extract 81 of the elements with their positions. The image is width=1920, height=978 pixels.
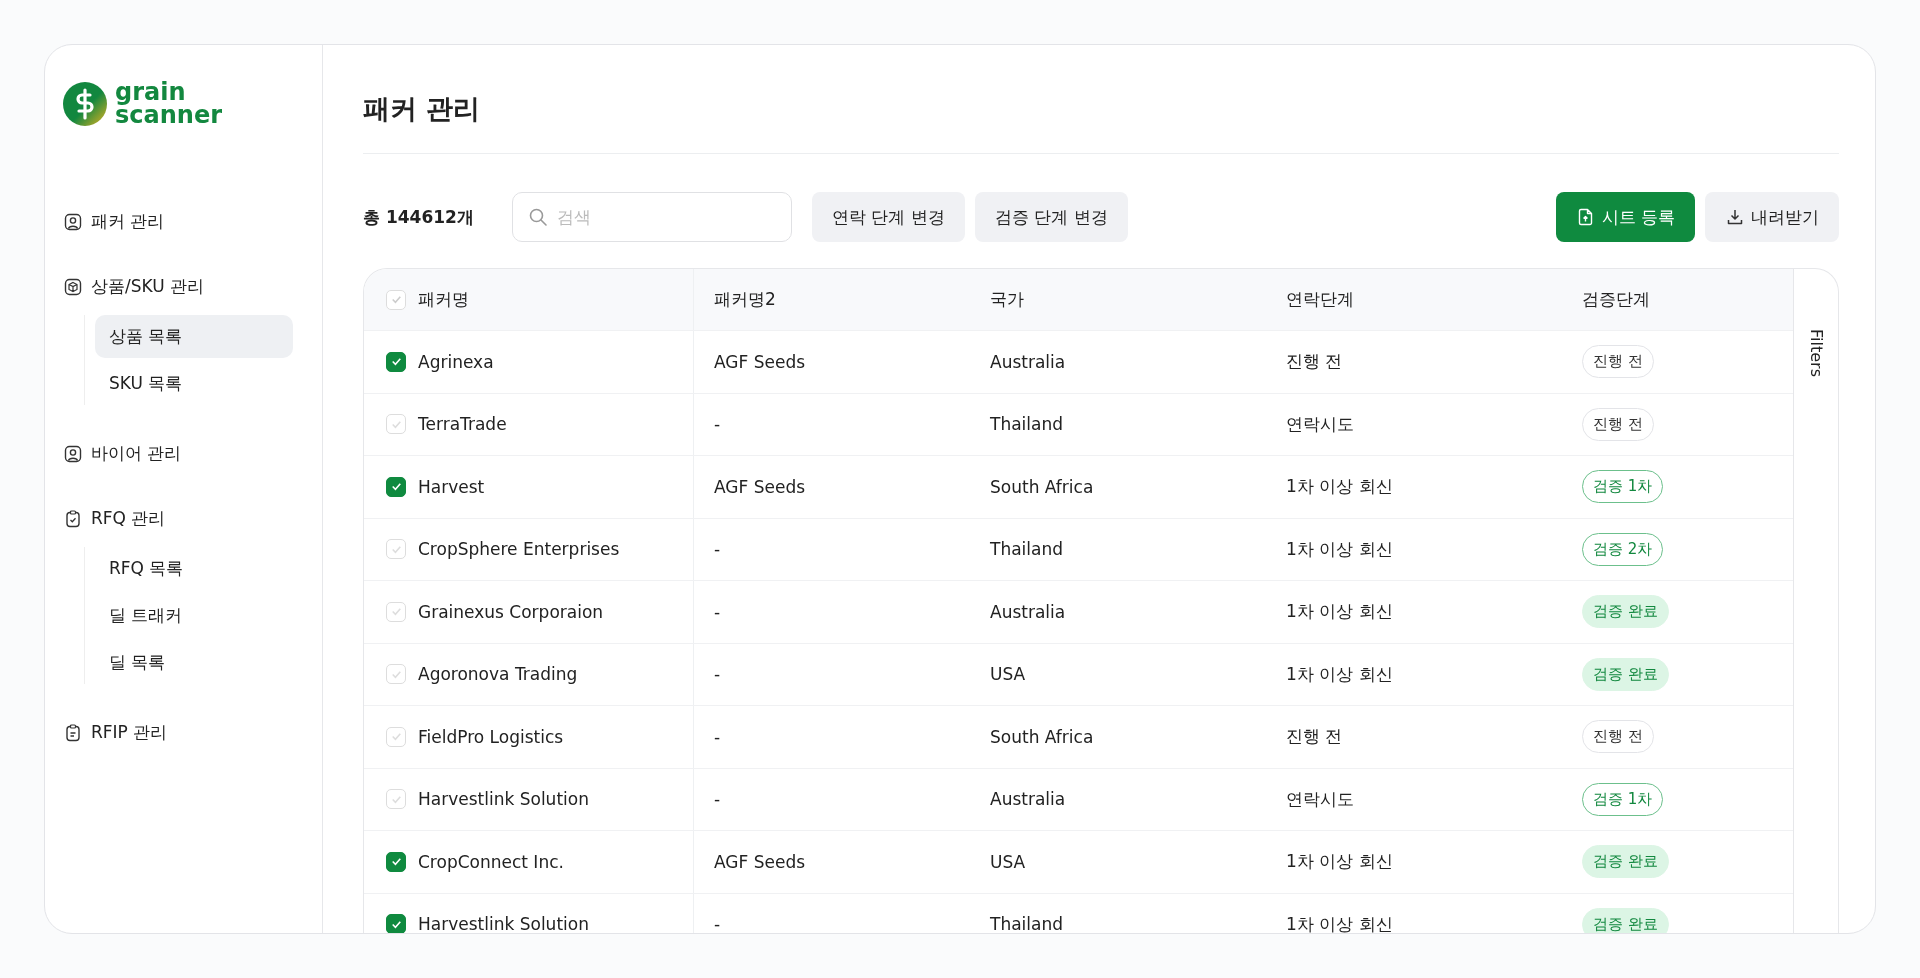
table-cell: 1차 이상 회신	[1286, 912, 1393, 933]
column-header: 패커명2	[714, 288, 776, 311]
table-cell: USA	[990, 851, 1026, 872]
table-cell: AGF Seeds	[714, 476, 806, 497]
table-cell: Harvestlink Solution	[418, 914, 589, 933]
table-cell: Agrinexa	[418, 351, 494, 372]
table-cell: 1차 이상 회신	[1286, 475, 1393, 499]
table-cell: USA	[990, 664, 1026, 685]
download-icon	[1725, 207, 1745, 227]
table-cell: Agoronova Trading	[418, 664, 578, 685]
checkbox[interactable]	[386, 851, 406, 872]
table-cell: -	[714, 664, 721, 685]
table-cell: Australia	[990, 601, 1066, 622]
table-cell: AGF Seeds	[714, 851, 806, 872]
table-cell: 연락시도	[1286, 787, 1354, 811]
table-cell: 1차 이상 회신	[1286, 662, 1393, 686]
column-header: 연락단계	[1286, 288, 1354, 311]
person-icon	[63, 211, 83, 232]
table-cell: -	[714, 601, 721, 622]
nav-item[interactable]: RFIP 관리	[63, 716, 304, 749]
table-cell: 1차 이상 회신	[1286, 850, 1393, 874]
sub-nav-item[interactable]: RFQ 목록	[95, 547, 293, 590]
search-icon	[527, 207, 548, 227]
table-cell: -	[714, 726, 721, 747]
column-header: 검증단계	[1582, 288, 1650, 311]
nav-item[interactable]: 패커 관리	[63, 205, 304, 238]
brand-name: scanner	[115, 104, 222, 127]
stage-change-button[interactable]: 검증 단계 변경	[974, 192, 1128, 242]
logo-icon	[63, 82, 107, 126]
table-cell: 진행 전	[1286, 725, 1343, 749]
stage-change-button[interactable]: 연락 단계 변경	[811, 192, 965, 242]
table-cell: -	[714, 914, 721, 933]
sub-nav-item[interactable]: 상품 목록	[95, 315, 293, 358]
checkbox[interactable]	[386, 351, 406, 372]
status-badge: 검증 완료	[1582, 845, 1669, 879]
status-badge: 검증 완료	[1582, 657, 1669, 691]
sub-nav-item[interactable]: 딜 목록	[95, 641, 293, 684]
table-cell: Australia	[990, 789, 1066, 810]
clipboard-check-icon	[63, 508, 83, 529]
brand-name: grain	[115, 81, 187, 104]
table-cell: FieldPro Logistics	[418, 726, 564, 747]
box-icon	[63, 276, 83, 297]
clipboard-lines-icon	[63, 722, 83, 743]
page-title: 패커 관리	[363, 45, 1839, 154]
table-cell: Grainexus Corporaion	[418, 601, 604, 622]
nav-item[interactable]: RFQ 관리	[63, 502, 304, 535]
table-cell: Harvest	[418, 476, 485, 497]
table-cell: South Africa	[990, 726, 1094, 747]
table-cell: 진행 전	[1286, 350, 1343, 374]
sheet-upload-button[interactable]: 시트 등록	[1555, 192, 1695, 242]
table-cell: Australia	[990, 351, 1066, 372]
table-cell: AGF Seeds	[714, 351, 806, 372]
status-badge: 검증 완료	[1582, 907, 1669, 933]
table-cell: Thailand	[990, 539, 1063, 560]
filters-tab[interactable]: Filters	[1793, 269, 1838, 933]
checkbox[interactable]	[386, 476, 406, 497]
sub-nav-item[interactable]: SKU 목록	[95, 362, 293, 405]
column-header: 국가	[990, 288, 1024, 311]
download-button[interactable]: 내려받기	[1705, 192, 1839, 242]
column-header: 패커명	[418, 288, 469, 311]
nav-item[interactable]: 바이어 관리	[63, 437, 304, 470]
table-cell: Harvestlink Solution	[418, 789, 589, 810]
table-cell: Thailand	[990, 914, 1063, 933]
table-cell: -	[714, 414, 721, 435]
nav-item[interactable]: 상품/SKU 관리	[63, 270, 304, 303]
sub-nav-item[interactable]: 딜 트래커	[95, 594, 293, 637]
table-cell: 1차 이상 회신	[1286, 600, 1393, 624]
search-field[interactable]: 검색	[511, 192, 792, 242]
status-badge: 검증 완료	[1582, 595, 1669, 629]
table-cell: Thailand	[990, 414, 1063, 435]
table-cell: South Africa	[990, 476, 1094, 497]
table-cell: CropConnect Inc.	[418, 851, 564, 872]
total-count: 총 144612개	[363, 205, 474, 229]
table-cell: TerraTrade	[418, 414, 507, 435]
table-cell: -	[714, 539, 721, 560]
person-icon	[63, 443, 83, 464]
checkbox[interactable]	[386, 914, 406, 933]
table-cell: -	[714, 789, 721, 810]
table-cell: CropSphere Enterprises	[418, 539, 620, 560]
table-cell: 연락시도	[1286, 412, 1354, 436]
table-cell: 1차 이상 회신	[1286, 537, 1393, 561]
